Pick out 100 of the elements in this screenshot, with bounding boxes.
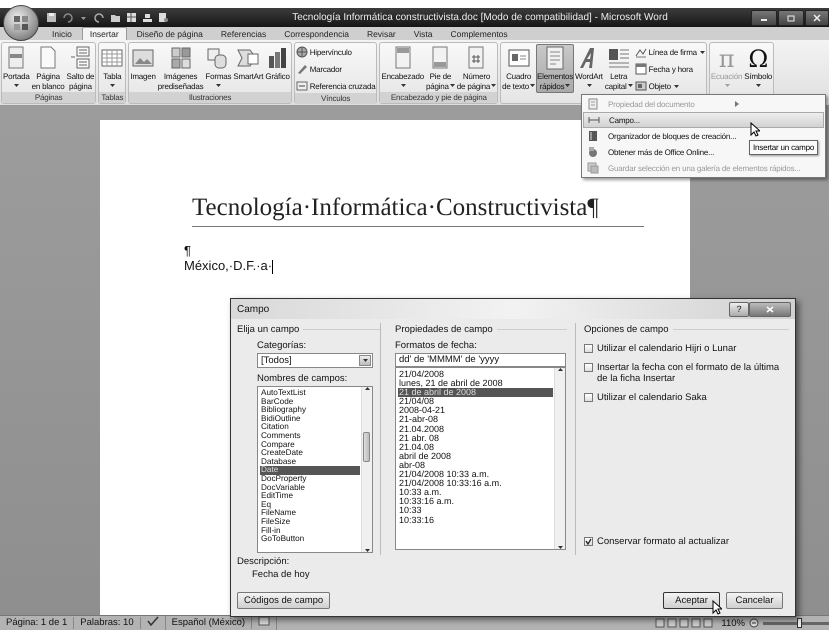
caret-icon: [110, 84, 116, 87]
ribbon-button[interactable]: Referencia cruzada: [294, 79, 376, 93]
ribbon-button[interactable]: SmartArt: [232, 44, 264, 92]
list-item[interactable]: EditTime: [260, 492, 360, 501]
ribbon-button[interactable]: Salto de página: [66, 44, 96, 92]
ribbon-button[interactable]: Línea de firma: [634, 45, 706, 59]
list-item[interactable]: 21/04/2008 10:33:16 a.m.: [398, 479, 553, 488]
dialog-button[interactable]: Cancelar: [726, 592, 783, 609]
close-icon: [812, 14, 822, 22]
list-item[interactable]: DocProperty: [260, 474, 360, 484]
list-item[interactable]: Eq: [260, 500, 360, 510]
ribbon-button[interactable]: Hipervínculo: [294, 45, 376, 59]
checkbox[interactable]: [584, 344, 593, 353]
list-item[interactable]: 21 de abril de 2008: [398, 388, 553, 398]
list-item[interactable]: 2008-04-21: [398, 406, 553, 416]
ribbon-button[interactable]: Página en blanco: [30, 44, 66, 92]
list-item[interactable]: Fill-in: [260, 526, 360, 536]
list-item[interactable]: FileName: [260, 509, 360, 518]
list-item[interactable]: CreateDate: [260, 449, 360, 458]
group-label: Tablas: [99, 92, 126, 103]
checkbox[interactable]: [584, 393, 593, 402]
list-item[interactable]: BidiOutline: [260, 414, 360, 424]
list-item[interactable]: abril de 2008: [398, 452, 553, 461]
caret-icon: [586, 84, 592, 87]
ribbon-tab[interactable]: Complementos: [442, 27, 516, 40]
ribbon-button[interactable]: Elementos rápidos: [536, 44, 574, 93]
ribbon-button[interactable]: Fecha y hora: [634, 62, 706, 76]
ribbon-button[interactable]: Número de página: [456, 44, 498, 92]
list-item[interactable]: FileSize: [260, 518, 360, 526]
ribbon-button[interactable]: Objeto: [634, 79, 706, 93]
ribbon-tab[interactable]: Diseño de página: [128, 27, 211, 40]
ribbon-button[interactable]: WordArt: [574, 44, 604, 93]
list-item[interactable]: 21 abr. 08: [398, 434, 553, 443]
list-item[interactable]: 21.04.08: [398, 442, 553, 452]
ribbon-button[interactable]: Cuadro de texto: [501, 44, 536, 93]
scrollbar[interactable]: [554, 368, 565, 549]
list-item[interactable]: Date: [260, 466, 360, 475]
window-title: Tecnología Informática constructivista.doc [Modo de compatibilidad] - Microsoft Word: [291, 12, 669, 23]
ribbon-button[interactable]: Imagen: [129, 44, 157, 92]
ribbon-button[interactable]: Portada: [2, 44, 31, 92]
checkbox[interactable]: [584, 537, 593, 546]
list-item[interactable]: 10:33 a.m.: [398, 488, 553, 498]
field-codes-button[interactable]: Códigos de campo: [237, 592, 330, 609]
list-item[interactable]: 21/04/2008: [398, 370, 553, 380]
ribbon-button[interactable]: Ω Símbolo: [743, 44, 774, 92]
scrollbar-thumb[interactable]: [363, 432, 370, 462]
ribbon-button[interactable]: Encabezado: [380, 44, 425, 92]
ribbon-button[interactable]: Imágenes prediseñadas: [156, 44, 204, 92]
slider-thumb[interactable]: [797, 618, 802, 628]
ribbon-tab[interactable]: Correspondencia: [276, 27, 357, 40]
office-logo-icon: [13, 15, 29, 31]
ribbon-button[interactable]: Pie de página: [424, 44, 456, 92]
list-item[interactable]: GoToButton: [260, 535, 360, 544]
ribbon-tab[interactable]: Inicio: [44, 27, 80, 40]
list-item[interactable]: abr-08: [398, 460, 553, 470]
list-item[interactable]: 21/04/2008 10:33 a.m.: [398, 470, 553, 480]
list-item[interactable]: AutoTextList: [260, 389, 360, 398]
ribbon-button[interactable]: Gráfico: [264, 44, 291, 92]
list-item[interactable]: Bibliography: [260, 406, 360, 415]
format-input[interactable]: dd' de 'MMMM' de 'yyyy: [395, 353, 566, 367]
ribbon-button[interactable]: Letra capital: [604, 44, 634, 93]
close-button[interactable]: [805, 10, 829, 26]
menu-item[interactable]: Campo...: [583, 112, 824, 128]
list-item[interactable]: Comments: [260, 432, 360, 441]
stamp-icon: [142, 12, 153, 23]
list-item[interactable]: 10:33:16: [398, 516, 553, 525]
word-count[interactable]: Palabras: 10: [74, 617, 141, 629]
ribbon-button[interactable]: Tabla: [99, 44, 126, 92]
field-icon: [588, 114, 600, 126]
ribbon-button[interactable]: Formas: [204, 44, 232, 92]
ribbon-button[interactable]: Marcador: [294, 62, 376, 76]
list-item[interactable]: 10:33: [398, 506, 553, 516]
help-button[interactable]: ?: [729, 302, 749, 316]
checkbox[interactable]: [584, 363, 593, 372]
list-item[interactable]: 10:33:16 a.m.: [398, 497, 553, 506]
print-preview-icon: [158, 12, 169, 23]
category-dropdown[interactable]: [Todos]: [257, 353, 373, 368]
ribbon-tab[interactable]: Referencias: [212, 27, 274, 40]
zoom-level[interactable]: 110%: [721, 618, 745, 628]
list-item[interactable]: 21.04.2008: [398, 424, 553, 434]
minimize-button[interactable]: [751, 10, 777, 26]
ribbon-tab[interactable]: Revisar: [358, 27, 404, 40]
ribbon-tab[interactable]: Vista: [406, 27, 440, 40]
menu-item[interactable]: Organizador de bloques de creación...: [583, 128, 736, 144]
list-item[interactable]: lunes, 21 de abril de 2008: [398, 379, 553, 388]
dialog-button[interactable]: Aceptar: [663, 592, 720, 609]
list-item[interactable]: Database: [260, 458, 360, 466]
list-item[interactable]: Citation: [260, 423, 360, 432]
maximize-button[interactable]: [778, 10, 804, 26]
list-item[interactable]: Compare: [260, 440, 360, 450]
scrollbar[interactable]: [361, 387, 372, 552]
caret-icon: [14, 84, 20, 87]
list-item[interactable]: BarCode: [260, 398, 360, 406]
ribbon-tab[interactable]: Insertar: [82, 27, 127, 40]
list-item[interactable]: 21-abr-08: [398, 415, 553, 425]
menu-item[interactable]: Obtener más de Office Online...: [583, 144, 714, 160]
list-item[interactable]: DocVariable: [260, 484, 360, 492]
page-count[interactable]: Página: 1 de 1: [0, 617, 74, 629]
list-item[interactable]: 21/04/08: [398, 397, 553, 406]
caret-icon: [724, 84, 730, 87]
